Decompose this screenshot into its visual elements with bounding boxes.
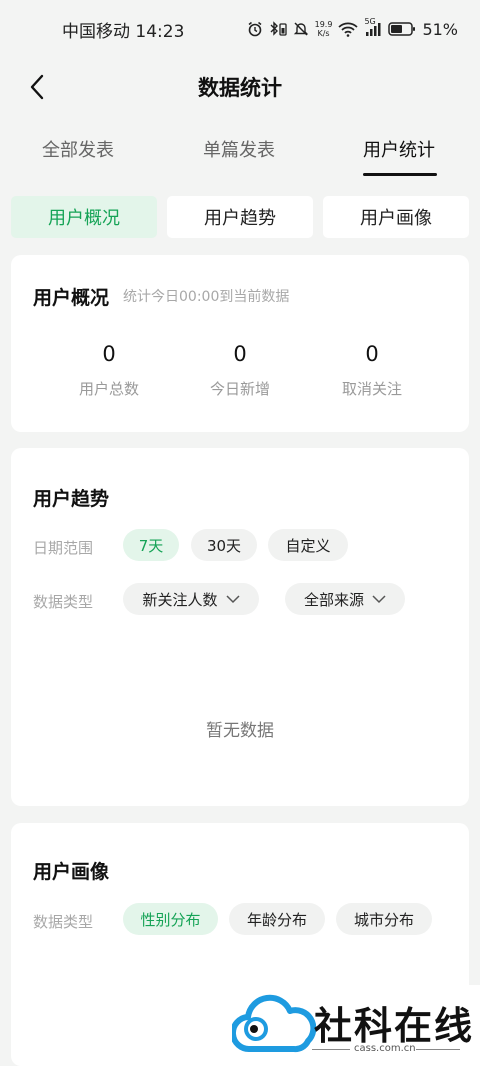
stat-label: 取消关注: [341, 380, 402, 398]
date-range-label: 日期范围: [33, 539, 94, 557]
date-7-days-chip[interactable]: 7天: [123, 529, 179, 561]
cell-signal-icon: 5G: [364, 17, 382, 37]
segment-user-overview[interactable]: 用户概况: [11, 196, 157, 238]
chevron-down-icon: [372, 594, 386, 604]
bluetooth-battery-icon: [269, 21, 287, 37]
empty-state-text: 暂无数据: [206, 721, 274, 741]
segment-user-trend[interactable]: 用户趋势: [167, 196, 313, 238]
stat-new-today: 0 今日新增: [180, 342, 300, 399]
date-30-days-chip[interactable]: 30天: [191, 529, 257, 561]
portrait-title: 用户画像: [33, 861, 110, 883]
watermark-divider: [416, 1049, 460, 1050]
wifi-icon: [338, 21, 359, 37]
stat-total-users: 0 用户总数: [49, 342, 169, 399]
battery-percent: 51%: [422, 19, 458, 39]
segment-control: 用户概况 用户趋势 用户画像: [11, 196, 469, 238]
carrier-time: 中国移动 14:23: [62, 21, 185, 42]
tab-user-stats[interactable]: 用户统计: [363, 136, 435, 162]
gender-distribution-chip[interactable]: 性别分布: [123, 903, 218, 935]
battery-icon: [388, 21, 416, 37]
page-title: 数据统计: [198, 76, 282, 100]
watermark: 社科在线 cass.com.cn: [224, 985, 480, 1066]
stat-unfollowed: 0 取消关注: [312, 342, 432, 399]
chevron-left-icon: [30, 74, 44, 100]
stat-value: 0: [102, 342, 116, 366]
segment-user-portrait[interactable]: 用户画像: [323, 196, 469, 238]
data-type-value: 新关注人数: [142, 590, 218, 609]
top-tabs: 全部发表 单篇发表 用户统计: [0, 128, 480, 178]
source-value: 全部来源: [303, 590, 364, 609]
overview-card: 用户概况 统计今日00:00到当前数据 0 用户总数 0 今日新增 0 取消关注: [11, 255, 469, 432]
stat-label: 用户总数: [78, 380, 139, 398]
data-type-label: 数据类型: [33, 593, 94, 611]
stat-label: 今日新增: [209, 380, 270, 398]
portrait-data-type-label: 数据类型: [33, 913, 94, 931]
chevron-down-icon: [225, 594, 240, 604]
stat-value: 0: [233, 342, 247, 366]
tab-single-post[interactable]: 单篇发表: [203, 136, 275, 162]
cloud-logo-icon: [232, 994, 316, 1053]
overview-subtitle: 统计今日00:00到当前数据: [123, 289, 290, 305]
age-distribution-chip[interactable]: 年龄分布: [229, 903, 325, 935]
app-header: 数据统计: [0, 58, 480, 116]
trend-card: 用户趋势 日期范围 7天 30天 自定义 数据类型 新关注人数 全部来源 暂无数…: [11, 448, 469, 806]
source-select[interactable]: 全部来源: [285, 583, 405, 615]
status-bar: 中国移动 14:23 19.9 K/s 5G 51%: [0, 0, 480, 58]
trend-title: 用户趋势: [33, 488, 110, 510]
back-button[interactable]: [22, 72, 52, 102]
watermark-divider: [312, 1049, 350, 1050]
watermark-text: 社科在线: [314, 1004, 475, 1048]
network-speed: 19.9 K/s: [314, 20, 333, 38]
overview-title: 用户概况: [33, 287, 110, 309]
watermark-url: cass.com.cn: [354, 1043, 416, 1054]
date-custom-chip[interactable]: 自定义: [268, 529, 348, 561]
alarm-icon: [247, 21, 263, 37]
stat-value: 0: [365, 342, 379, 366]
tab-all-posts[interactable]: 全部发表: [42, 136, 114, 162]
active-tab-indicator: [363, 173, 437, 176]
city-distribution-chip[interactable]: 城市分布: [336, 903, 432, 935]
mute-bell-icon: [293, 21, 309, 37]
data-type-select[interactable]: 新关注人数: [123, 583, 259, 615]
